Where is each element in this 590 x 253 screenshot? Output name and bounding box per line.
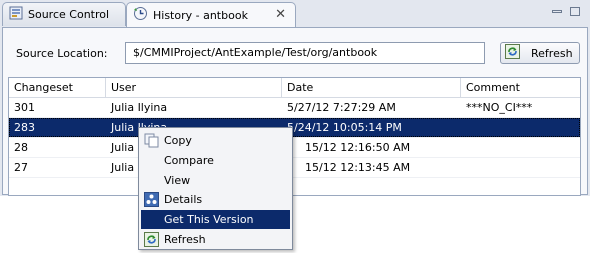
table-row[interactable]: 28 Julia I 15/12 12:16:50 AM <box>9 138 580 157</box>
cell-changeset: 283 <box>14 121 35 134</box>
close-icon[interactable]: ✕ <box>275 7 286 22</box>
cell-date: 15/12 12:16:50 AM <box>305 141 411 154</box>
cell-comment: ***NO_CI*** <box>466 101 533 114</box>
window-controls <box>552 7 580 16</box>
cell-user: Julia Ilyina <box>111 101 168 114</box>
cell-date: 5/27/12 7:27:29 AM <box>287 101 396 114</box>
menu-item-label: View <box>164 174 191 187</box>
column-header-comment[interactable]: Comment <box>461 81 520 94</box>
table-row-selected[interactable]: 283 Julia Ilyina 5/24/12 10:05:14 PM <box>9 118 580 137</box>
menu-item-compare[interactable]: Compare <box>141 151 290 170</box>
source-location-field[interactable]: $/CMMIProject/AntExample/Test/org/antboo… <box>125 42 485 64</box>
source-location-label: Source Location: <box>16 47 108 60</box>
cell-changeset: 28 <box>14 141 28 154</box>
menu-item-details[interactable]: Details <box>141 190 290 209</box>
context-menu: Copy Compare View Details Get This Versi… <box>138 127 293 250</box>
cell-date: 5/24/12 10:05:14 PM <box>287 121 402 134</box>
menu-item-refresh[interactable]: Refresh <box>141 230 290 249</box>
refresh-button-label: Refresh <box>531 46 573 60</box>
menu-item-label: Copy <box>164 134 192 147</box>
refresh-button[interactable]: Refresh <box>500 42 580 64</box>
cell-user: Julia I <box>111 141 141 154</box>
menu-item-view[interactable]: View <box>141 171 290 190</box>
tab-source-control[interactable]: Source Control <box>2 2 126 26</box>
menu-item-label: Get This Version <box>164 213 254 226</box>
source-control-icon <box>9 6 23 23</box>
cell-changeset: 301 <box>14 101 35 114</box>
tab-label: History - antbook <box>153 8 248 22</box>
column-header-date[interactable]: Date <box>282 81 313 94</box>
table-row[interactable]: 27 Julia I 15/12 12:13:45 AM <box>9 158 580 177</box>
cell-date: 15/12 12:13:45 AM <box>305 161 411 174</box>
column-header-changeset[interactable]: Changeset <box>9 81 73 94</box>
menu-item-get-this-version[interactable]: Get This Version <box>141 210 290 229</box>
maximize-icon[interactable] <box>570 7 580 16</box>
tab-label: Source Control <box>28 8 110 21</box>
changeset-table: Changeset User Date Comment 301 Julia Il… <box>8 77 581 196</box>
history-view-panel: Source Control History - antbook ✕ Sourc… <box>0 0 590 196</box>
refresh-icon <box>505 44 520 62</box>
table-header: Changeset User Date Comment <box>9 78 580 98</box>
column-header-user[interactable]: User <box>106 81 136 94</box>
cell-changeset: 27 <box>14 161 28 174</box>
history-icon <box>133 6 148 24</box>
menu-item-label: Refresh <box>164 233 206 246</box>
menu-item-copy[interactable]: Copy <box>141 131 290 150</box>
cell-user: Julia I <box>111 161 141 174</box>
copy-icon <box>144 133 159 148</box>
minimize-icon[interactable] <box>552 10 562 13</box>
menu-item-label: Compare <box>164 154 214 167</box>
menu-item-label: Details <box>164 193 203 206</box>
tab-history[interactable]: History - antbook ✕ <box>126 2 296 27</box>
tab-bar: Source Control History - antbook ✕ <box>0 0 590 27</box>
table-row[interactable]: 301 Julia Ilyina 5/27/12 7:27:29 AM ***N… <box>9 98 580 117</box>
row-divider <box>9 177 580 178</box>
refresh-icon <box>144 232 159 247</box>
details-icon <box>144 192 159 207</box>
